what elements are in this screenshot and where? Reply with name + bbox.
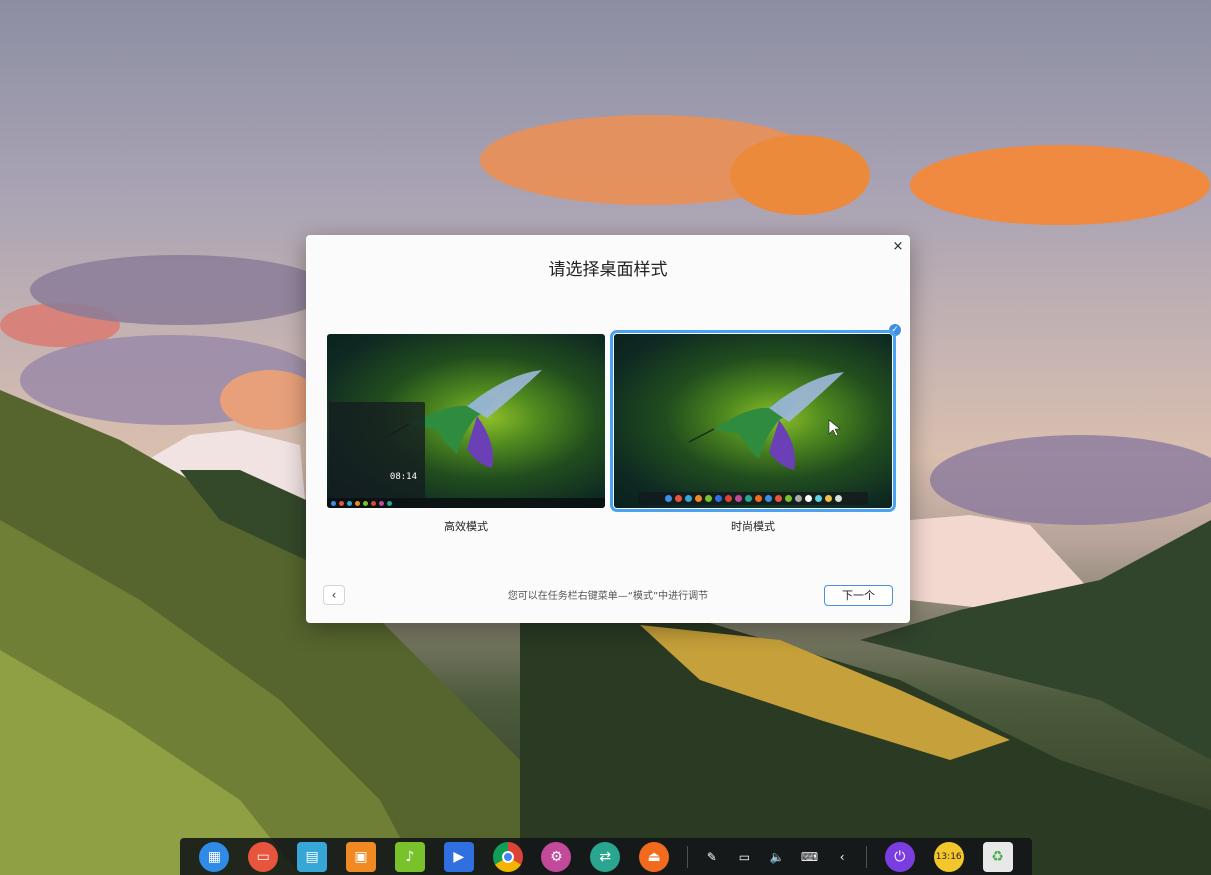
hummingbird-image	[688, 372, 844, 470]
hint-text: 您可以在任务栏右键菜单—“模式”中进行调节	[507, 591, 709, 602]
pen-icon[interactable]: ✎	[696, 838, 729, 875]
dock: ▦ ▭ ▤ ▣ ♪ ▶ ⚙ ⇄ ⏏ ✎ ▭ 🔈 ⌨ ‹ ⏻ 13:16 ♻	[180, 838, 1032, 875]
fashion-mode-option[interactable]: ✓ 时尚模式	[610, 322, 903, 534]
music-icon[interactable]: ♪	[385, 838, 434, 875]
volume-icon[interactable]: 🔈	[761, 838, 794, 875]
preview-taskbar	[327, 498, 605, 508]
trash-icon[interactable]: ♻	[973, 838, 1022, 875]
efficient-mode-label: 高效模式	[444, 520, 488, 533]
start-menu-preview: 08:14	[329, 402, 425, 498]
efficient-mode-preview[interactable]: 08:14	[327, 334, 605, 508]
dock-separator	[686, 845, 688, 868]
preview-dock	[638, 492, 868, 505]
keyboard-icon[interactable]: ⌨	[793, 838, 826, 875]
installer-icon[interactable]: ⏏	[630, 838, 679, 875]
remote-assist-icon[interactable]: ⇄	[581, 838, 630, 875]
fashion-mode-label: 时尚模式	[731, 520, 775, 533]
clock-widget[interactable]: 13:16	[924, 838, 973, 875]
app-store-icon[interactable]: ▣	[337, 838, 386, 875]
fashion-mode-preview[interactable]	[610, 330, 896, 512]
power-icon[interactable]: ⏻	[875, 838, 924, 875]
efficient-mode-option[interactable]: 08:14 高效模式	[327, 334, 605, 534]
tray-expand-icon[interactable]: ‹	[826, 838, 859, 875]
preview-clock: 08:14	[389, 472, 417, 482]
next-button[interactable]: 下一个	[824, 585, 893, 606]
settings-icon[interactable]: ⚙	[532, 838, 581, 875]
file-manager-icon[interactable]: ▤	[288, 838, 337, 875]
battery-icon[interactable]: ▭	[728, 838, 761, 875]
launcher-icon[interactable]: ▦	[190, 838, 239, 875]
close-icon[interactable]: ×	[890, 239, 906, 255]
dock-separator	[866, 845, 868, 868]
desktop-style-dialog: × 请选择桌面样式 08:14 高效模式 ✓ 时尚模式 ‹ 您可以在任务栏右键菜…	[306, 235, 910, 623]
dialog-title: 请选择桌面样式	[548, 260, 668, 280]
video-icon[interactable]: ▶	[434, 838, 483, 875]
chrome-icon[interactable]	[483, 838, 532, 875]
multitask-icon[interactable]: ▭	[239, 838, 288, 875]
